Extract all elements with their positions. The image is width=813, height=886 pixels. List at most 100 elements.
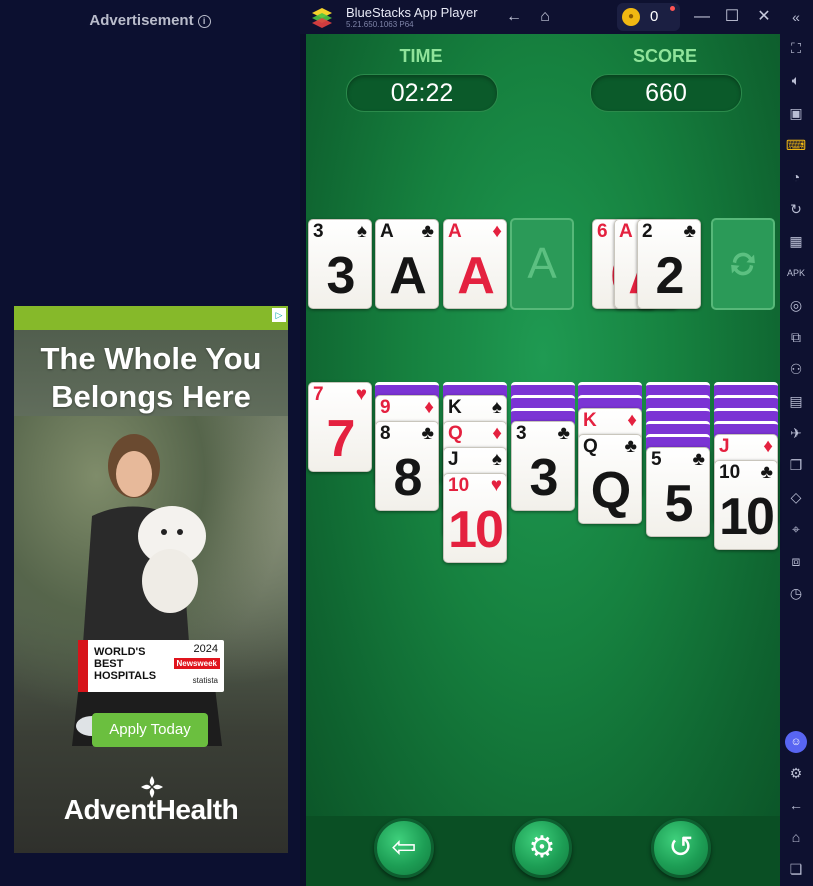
copy-icon[interactable]: ❐ [783, 454, 809, 476]
discord-icon[interactable]: ☺ [785, 731, 807, 753]
card-suit: ♣ [624, 436, 637, 457]
card-rank: K [583, 410, 597, 431]
ad-top-bar [14, 306, 288, 330]
card-suit: ♣ [692, 449, 705, 470]
card-rank: 10 [448, 475, 470, 496]
location-icon[interactable]: ⌖ [783, 518, 809, 540]
badge-year: 2024 [193, 643, 218, 655]
ad-label: Advertisement i [0, 12, 300, 29]
playing-card[interactable]: 2 ♣ 2 [637, 219, 701, 309]
card-suit: ♦ [424, 397, 434, 418]
card-suit: ♦ [492, 221, 502, 242]
ad-headline-line1: The Whole You [40, 341, 262, 376]
time-value: 02:22 [346, 74, 498, 112]
card-suit: ♦ [627, 410, 637, 431]
controller-icon[interactable]: ▦ [783, 230, 809, 252]
badge-red-strip [78, 640, 88, 692]
ad-label-text: Advertisement [89, 12, 194, 29]
maximize-icon[interactable]: ☐ [720, 0, 744, 34]
ad-photo-woman-with-dog [72, 434, 222, 746]
ad-apply-button[interactable]: Apply Today [92, 713, 208, 747]
exit-button[interactable]: ⇦ [374, 818, 434, 878]
playing-card[interactable]: Q ♣ Q [578, 434, 642, 524]
app-title: BlueStacks App Player [346, 5, 478, 20]
eraser-icon[interactable]: ◇ [783, 486, 809, 508]
score-label: SCORE [632, 46, 697, 66]
card-suit: ♣ [683, 221, 696, 242]
rotate-icon[interactable]: ↻ [783, 198, 809, 220]
back-icon[interactable]: ← [783, 794, 809, 816]
card-rank: 5 [651, 449, 662, 470]
keyboard-icon[interactable]: ⌨ [783, 134, 809, 156]
resize-icon[interactable]: ⧉ [783, 326, 809, 348]
card-rank: 3 [516, 423, 527, 444]
playing-card[interactable]: 8 ♣ 8 [375, 421, 439, 511]
home-icon[interactable]: ⌂ [533, 0, 557, 34]
layers-icon[interactable]: ⧈ [783, 550, 809, 572]
playing-card[interactable]: 10 ♥ 10 [443, 473, 507, 563]
card-face-rank: 5 [664, 475, 694, 533]
card-rank: Q [448, 423, 463, 444]
ad-banner[interactable]: ▷ The Whole You Belongs Here WORLD'S BES… [14, 306, 288, 853]
bluestacks-logo-icon [312, 8, 332, 28]
undo-icon: ↺ [668, 831, 694, 864]
foundation-slot-label: A [527, 239, 557, 288]
card-rank: J [448, 449, 459, 470]
close-icon[interactable]: ✕ [752, 0, 776, 34]
card-rank: 9 [380, 397, 391, 418]
card-rank: 2 [642, 221, 653, 242]
badge-title-line2: BEST [94, 658, 124, 670]
android-home-icon[interactable]: ⌂ [783, 826, 809, 848]
card-face-rank: 7 [326, 410, 356, 468]
coin-count: 0 [650, 8, 659, 25]
playing-card[interactable]: A ♣ A [375, 219, 439, 309]
macro-icon[interactable]: ◔ [783, 166, 809, 188]
badge-title-line1: WORLD'S [94, 646, 146, 658]
fullscreen-icon[interactable]: ⛶ [783, 37, 809, 59]
settings-icon[interactable]: ⚙ [783, 762, 809, 784]
playing-card[interactable]: 3 ♣ 3 [511, 421, 575, 511]
card-rank: A [380, 221, 394, 242]
playing-card[interactable]: 3 ♠ 3 [308, 219, 372, 309]
undo-button[interactable]: ↺ [651, 818, 711, 878]
foundation-empty-slot[interactable]: A [510, 218, 574, 310]
playing-card[interactable]: 10 ♣ 10 [714, 460, 778, 550]
minimize-icon[interactable]: — [690, 0, 714, 34]
card-face-rank: 10 [719, 488, 775, 546]
coin-icon: ● [622, 8, 640, 26]
back-arrow-icon[interactable]: ← [502, 0, 526, 34]
stock-pile[interactable] [711, 218, 775, 310]
badge-publisher: Newsweek [173, 658, 220, 669]
apk-icon[interactable]: APK [783, 262, 809, 284]
playing-card[interactable]: 7 ♥ 7 [308, 382, 372, 472]
card-face-rank: A [457, 247, 495, 305]
ad-award-badge: WORLD'S BEST HOSPITALS 2024 Newsweek sta… [78, 640, 224, 692]
playing-card[interactable]: A ♦ A [443, 219, 507, 309]
card-rank: Q [583, 436, 598, 457]
screenshot-icon[interactable]: ◎ [783, 294, 809, 316]
settings-button[interactable]: ⚙ [512, 818, 572, 878]
card-suit: ♦ [492, 423, 502, 444]
adchoices-icon[interactable]: ▷ [272, 308, 286, 322]
card-rank: 3 [313, 221, 324, 242]
card-suit: ♠ [491, 397, 502, 418]
collapse-sidebar-icon[interactable]: « [783, 6, 809, 28]
card-suit: ♣ [557, 423, 570, 444]
info-icon[interactable]: i [197, 15, 211, 28]
multi-instance-icon[interactable]: ⚇ [783, 358, 809, 380]
card-rank: 7 [313, 384, 324, 405]
airplane-icon[interactable]: ✈ [783, 422, 809, 444]
folder-icon[interactable]: ▤ [783, 390, 809, 412]
screen-record-icon[interactable]: ▣ [783, 102, 809, 124]
card-rank: 6 [597, 221, 608, 242]
card-face-rank: A [389, 247, 427, 305]
playing-card[interactable]: 5 ♣ 5 [646, 447, 710, 537]
card-rank: 8 [380, 423, 391, 444]
volume-icon[interactable]: 🔈︎ [783, 69, 809, 91]
ad-brand-name: AdventHealth [63, 794, 239, 825]
recent-apps-icon[interactable]: ❏ [783, 858, 809, 880]
card-face-rank: 2 [655, 247, 685, 305]
speed-icon[interactable]: ◷ [783, 582, 809, 604]
card-rank: A [619, 221, 633, 242]
badge-partner: statista [192, 676, 218, 685]
